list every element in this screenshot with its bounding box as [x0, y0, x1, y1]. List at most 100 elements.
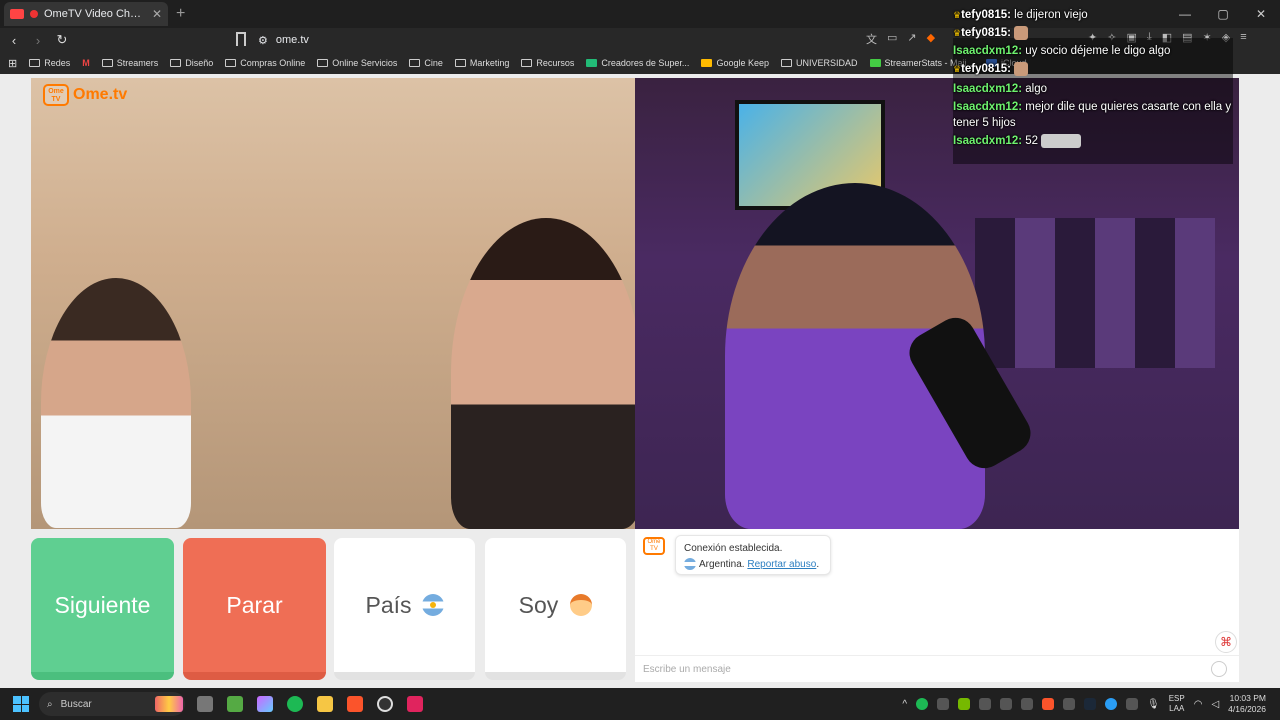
- bookmark-marketing[interactable]: Marketing: [454, 58, 509, 68]
- country-name: Argentina.: [699, 559, 745, 570]
- bookmark-compras-online[interactable]: Compras Online: [225, 58, 305, 68]
- spotify-icon[interactable]: [287, 696, 303, 712]
- emote-icon: [1041, 133, 1082, 148]
- minecraft-icon[interactable]: [227, 696, 243, 712]
- site-settings-icon[interactable]: ⚙: [258, 34, 268, 47]
- bookmark-cine[interactable]: Cine: [409, 58, 443, 68]
- clock[interactable]: 10:03 PM 4/16/2026: [1228, 693, 1266, 715]
- app-icon: [586, 59, 598, 67]
- task-view-icon[interactable]: [197, 696, 213, 712]
- bookmark-creadores[interactable]: Creadores de Super...: [586, 58, 689, 68]
- pdf-icon[interactable]: ⌘: [1215, 631, 1237, 653]
- tray-app-icon[interactable]: [1021, 698, 1034, 710]
- folder-icon: [454, 59, 466, 67]
- bookmark-universidad[interactable]: UNIVERSIDAD: [780, 58, 858, 68]
- ometv-chat-logo: Ome TV: [643, 537, 665, 555]
- bookmark-streamers[interactable]: Streamers: [101, 58, 158, 68]
- brave-tray-icon[interactable]: [1042, 698, 1055, 710]
- gmail-icon[interactable]: M: [82, 58, 90, 68]
- search-icon: ⌕: [47, 698, 53, 710]
- reader-mode-icon[interactable]: ▭: [887, 31, 897, 47]
- steam-icon[interactable]: [1084, 698, 1097, 710]
- tiktok-icon[interactable]: [407, 696, 423, 712]
- recording-icon: [30, 10, 38, 18]
- stop-button[interactable]: Parar: [183, 538, 326, 680]
- ometv-page: Ome TV Ome.tv Siguiente Parar País Soy O…: [0, 74, 1280, 688]
- language-indicator[interactable]: ESP LAA: [1169, 694, 1185, 714]
- forward-button[interactable]: ›: [28, 33, 48, 48]
- close-tab-icon[interactable]: ✕: [152, 7, 162, 21]
- toolbar-actions: 文 ▭ ↗ ◆: [866, 31, 935, 47]
- overlay-message: ♛tefy0815: le dijeron viejo: [953, 9, 1088, 21]
- screen: OmeTV Video Chat — Omeg ✕ + — ▢ ✕ ‹ › ↻ …: [0, 0, 1280, 720]
- gender-button[interactable]: Soy: [485, 538, 626, 680]
- reload-button[interactable]: ↻: [52, 32, 72, 48]
- bookmark-recursos[interactable]: Recursos: [521, 58, 574, 68]
- country-filter-button[interactable]: País: [334, 538, 475, 680]
- brave-shield-icon[interactable]: ◆: [927, 31, 935, 47]
- message-input[interactable]: Escribe un mensaje: [635, 655, 1239, 682]
- microphone-icon[interactable]: 🎙: [1147, 699, 1160, 710]
- folder-icon: [780, 59, 792, 67]
- menu-icon[interactable]: ≡: [1240, 31, 1246, 44]
- window-controls: — ▢ ✕: [1166, 0, 1280, 28]
- connection-status: Conexión establecida.: [684, 543, 783, 554]
- app-icon: [869, 59, 881, 67]
- apps-grid-icon[interactable]: ⊞: [8, 57, 17, 70]
- edge-icon[interactable]: [1105, 698, 1118, 710]
- windows-start-icon[interactable]: [13, 696, 29, 712]
- emoji-icon[interactable]: [1211, 661, 1227, 677]
- obs-icon[interactable]: [377, 696, 393, 712]
- tray-app-icon[interactable]: [1063, 698, 1076, 710]
- bookmark-icon[interactable]: [236, 32, 246, 46]
- back-button[interactable]: ‹: [4, 33, 24, 48]
- tab-title: OmeTV Video Chat — Omeg: [44, 8, 146, 20]
- bookmark-google-keep[interactable]: Google Keep: [701, 58, 769, 68]
- brave-browser-icon[interactable]: [347, 696, 363, 712]
- emote-icon: [1014, 61, 1029, 76]
- next-button[interactable]: Siguiente: [31, 538, 174, 680]
- stranger-video: Ome TV Ome.tv: [31, 78, 641, 529]
- address-bar[interactable]: ⚙ ome.tv: [258, 30, 858, 50]
- wall-posters: [975, 218, 1215, 368]
- wifi-icon[interactable]: ◠: [1194, 699, 1203, 710]
- bookmark-online-servicios[interactable]: Online Servicios: [317, 58, 397, 68]
- browser-tab-strip: OmeTV Video Chat — Omeg ✕ + — ▢ ✕: [0, 0, 1280, 28]
- system-tray: ^ 🎙 ESP LAA ◠ ◁ 10:03 PM 4/16/2026: [902, 688, 1280, 720]
- tray-app-icon[interactable]: [937, 698, 950, 710]
- file-explorer-icon[interactable]: [317, 696, 333, 712]
- tray-app-icon[interactable]: [1000, 698, 1013, 710]
- close-window-button[interactable]: ✕: [1242, 0, 1280, 28]
- spotify-tray-icon[interactable]: [916, 698, 929, 710]
- new-tab-button[interactable]: +: [176, 5, 185, 23]
- app-icon[interactable]: [257, 696, 273, 712]
- country-line: Argentina. Reportar abuso.: [684, 557, 822, 573]
- overlay-message: ♛tefy0815:: [953, 60, 1029, 78]
- emote-icon: [1014, 25, 1029, 40]
- minimize-button[interactable]: —: [1166, 0, 1204, 28]
- report-abuse-link[interactable]: Reportar abuso: [747, 559, 816, 570]
- tray-chevron-icon[interactable]: ^: [902, 699, 907, 710]
- bookmark-redes[interactable]: Redes: [29, 58, 70, 68]
- keep-icon: [701, 59, 713, 67]
- tulips-icon: [155, 696, 183, 712]
- stranger-person-left: [41, 278, 191, 528]
- translate-icon[interactable]: 文: [866, 31, 877, 47]
- stranger-person-right: [451, 218, 641, 529]
- ometv-logo-badge: Ome TV: [43, 84, 69, 106]
- folder-icon: [317, 59, 329, 67]
- tray-app-icon[interactable]: [979, 698, 992, 710]
- maximize-button[interactable]: ▢: [1204, 0, 1242, 28]
- overlay-message: tener 5 hijos: [953, 117, 1016, 129]
- share-icon[interactable]: ↗: [907, 31, 916, 47]
- security-icon[interactable]: [1126, 698, 1139, 710]
- overlay-message: Isaacdxm12: uy socio déjeme le digo algo: [953, 45, 1171, 57]
- volume-icon[interactable]: ◁: [1211, 699, 1219, 710]
- browser-tab[interactable]: OmeTV Video Chat — Omeg ✕: [4, 2, 168, 26]
- overlay-message: Isaacdxm12: 52: [953, 132, 1082, 150]
- overlay-message: Isaacdxm12: algo: [953, 83, 1047, 95]
- youtube-icon: [10, 9, 24, 19]
- nvidia-icon[interactable]: [958, 698, 971, 710]
- bookmark-diseno[interactable]: Diseño: [170, 58, 213, 68]
- folder-icon: [521, 59, 533, 67]
